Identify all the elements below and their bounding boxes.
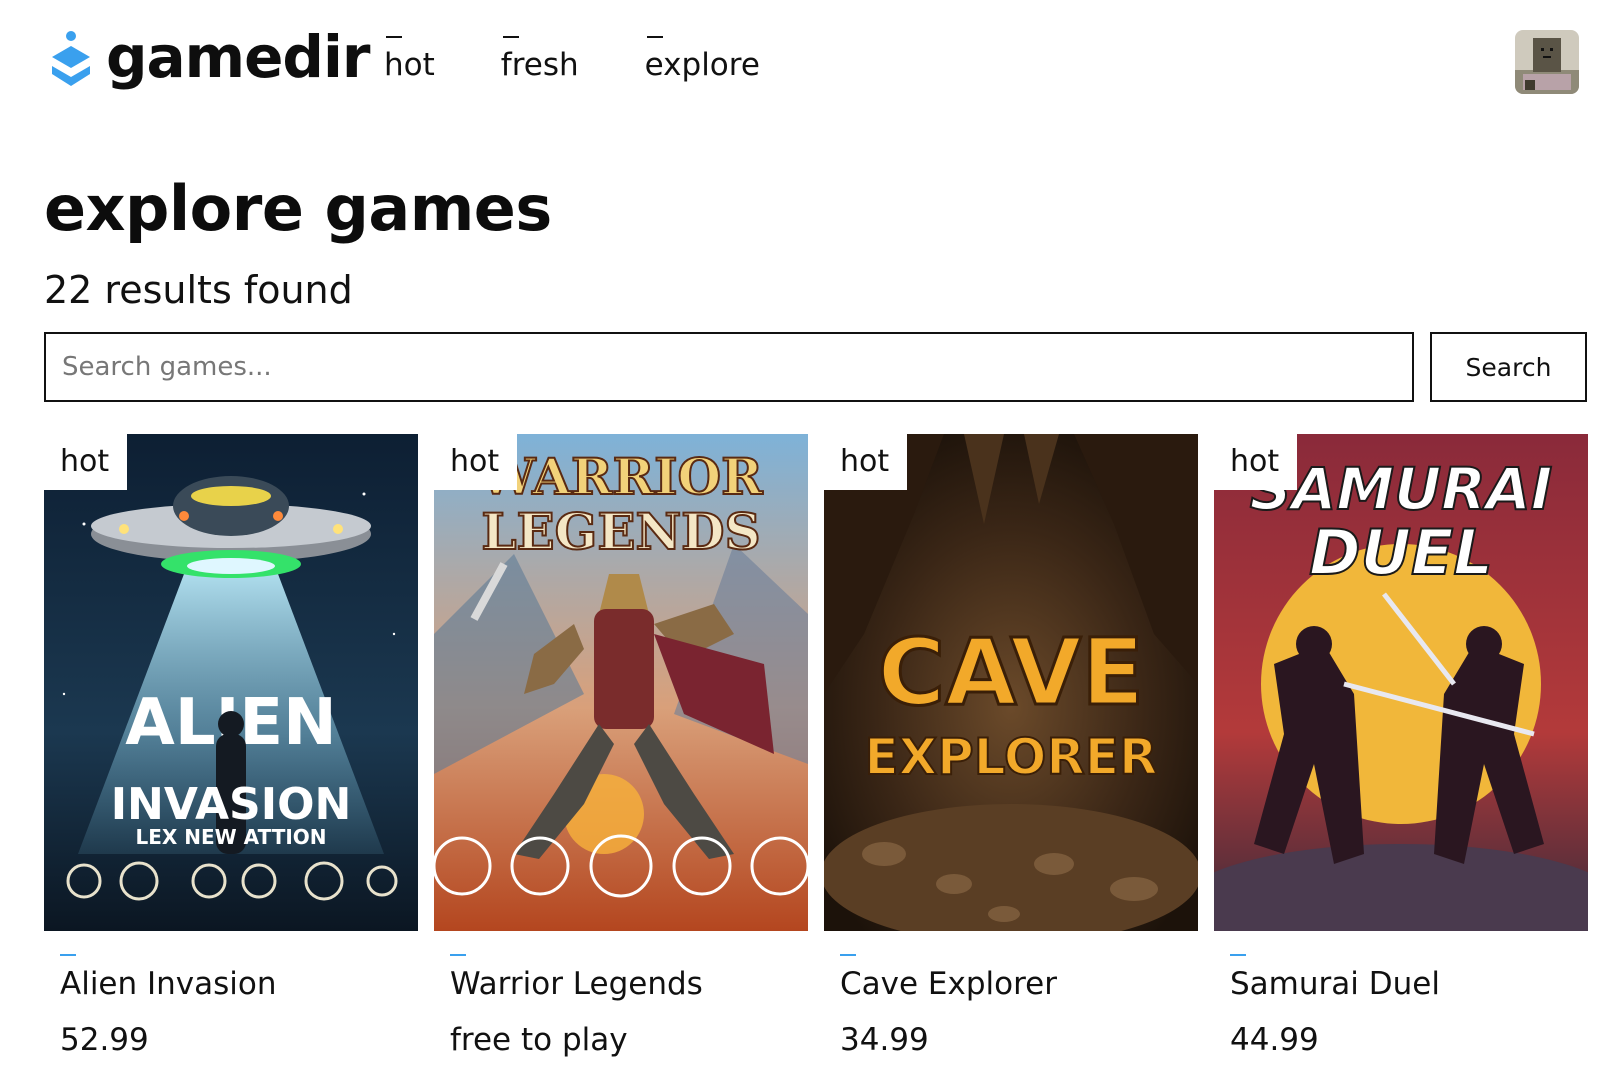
nav-item-hot[interactable]: hot (384, 36, 435, 83)
accent-dash (840, 954, 856, 956)
nav-item-fresh[interactable]: fresh (501, 36, 579, 83)
nav-label: explore (644, 47, 760, 83)
cover-subtitle: INVASION (111, 779, 352, 830)
game-cover: ALIEN INVASION LEX NEW ATTION (44, 434, 418, 931)
cover-title: WARRIOR (478, 447, 763, 506)
game-price: 34.99 (840, 1022, 929, 1058)
results-count: 22 results found (44, 268, 353, 312)
cover-tagline: LEX NEW ATTION (135, 825, 326, 849)
game-card-warrior-legends[interactable]: WARRIOR LEGENDS hot Warrior Legends free… (434, 434, 808, 1058)
search-input[interactable] (44, 332, 1414, 402)
game-title[interactable]: Samurai Duel (1230, 966, 1440, 1002)
logo-icon (50, 30, 92, 92)
hot-badge: hot (824, 434, 908, 490)
cover-subtitle: DUEL (1309, 516, 1493, 589)
game-card-alien-invasion[interactable]: ALIEN INVASION LEX NEW ATTION hot Alien … (44, 434, 418, 1058)
cover-title: CAVE (878, 619, 1145, 726)
brand-logo[interactable]: gamedir (50, 23, 370, 92)
game-price: free to play (450, 1022, 628, 1058)
nav-item-explore[interactable]: explore (645, 36, 760, 83)
game-cover: SAMURAI DUEL (1214, 434, 1588, 931)
nav-dash (502, 36, 519, 38)
accent-dash (60, 954, 76, 956)
game-card-samurai-duel[interactable]: SAMURAI DUEL hot Samurai Duel 44.99 (1214, 434, 1588, 1058)
top-header: gamedir hot fresh explore (0, 0, 1620, 130)
search-button[interactable]: Search (1430, 332, 1587, 402)
hot-badge: hot (434, 434, 518, 490)
game-card-cave-explorer[interactable]: CAVE EXPLORER hot Cave Explorer 34.99 (824, 434, 1198, 1058)
hot-badge: hot (44, 434, 128, 490)
nav-dash (646, 36, 663, 38)
brand-name: gamedir (106, 23, 370, 91)
nav-label: hot (384, 47, 435, 83)
nav-dash (386, 36, 402, 38)
page-title: explore games (44, 172, 552, 245)
cover-subtitle: LEGENDS (481, 502, 760, 561)
accent-dash (1230, 954, 1246, 956)
accent-dash (450, 954, 466, 956)
game-price: 44.99 (1230, 1022, 1319, 1058)
cover-subtitle: EXPLORER (864, 728, 1157, 786)
main-nav: hot fresh explore (384, 36, 826, 83)
hot-badge: hot (1214, 434, 1298, 490)
game-title[interactable]: Warrior Legends (450, 966, 703, 1002)
game-title[interactable]: Alien Invasion (60, 966, 277, 1002)
game-cover: CAVE EXPLORER (824, 434, 1198, 931)
game-cover: WARRIOR LEGENDS (434, 434, 808, 931)
user-avatar[interactable] (1515, 30, 1579, 94)
game-price: 52.99 (60, 1022, 149, 1058)
game-title[interactable]: Cave Explorer (840, 966, 1057, 1002)
nav-label: fresh (500, 47, 579, 83)
